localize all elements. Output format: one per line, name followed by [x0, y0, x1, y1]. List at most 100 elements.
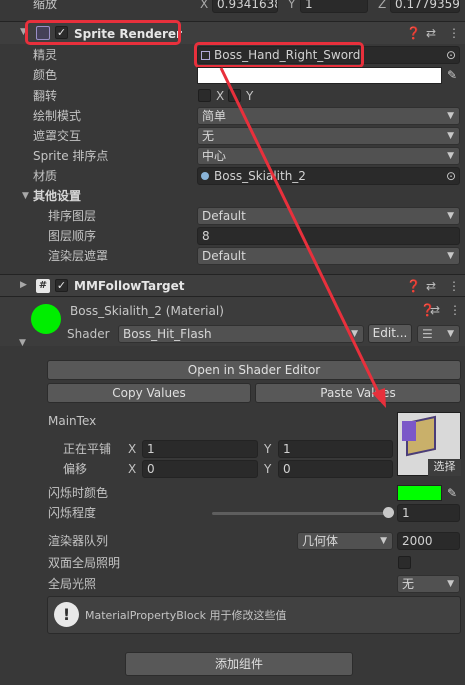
chevron-down-icon: ▼: [447, 211, 454, 221]
rendering-layer-dropdown[interactable]: Default ▼: [197, 247, 460, 265]
eyedropper-icon[interactable]: ✎: [447, 67, 457, 83]
flip-y-label: Y: [246, 89, 254, 103]
flip-label: 翻转: [33, 89, 58, 103]
fold-arrow-icon[interactable]: ▼: [19, 338, 26, 348]
target-icon[interactable]: ⊙: [446, 168, 456, 184]
scale-z-field[interactable]: 0.1779359: [390, 0, 460, 13]
sorting-layer-dropdown[interactable]: Default ▼: [197, 207, 460, 225]
paste-values-button[interactable]: Paste Values: [255, 383, 461, 403]
material-name: Boss_Skialith_2 (Material): [70, 304, 224, 318]
offset-y-field[interactable]: 0: [278, 460, 393, 478]
double-sided-gi-label: 双面全局照明: [48, 556, 121, 570]
shader-dropdown[interactable]: Boss_Hit_Flash ▼: [118, 325, 364, 343]
copy-values-button[interactable]: Copy Values: [47, 383, 251, 403]
tiling-y-label: Y: [264, 442, 272, 456]
shader-options-dropdown[interactable]: ☰ ▼: [417, 325, 460, 343]
render-queue-dropdown[interactable]: 几何体 ▼: [297, 532, 393, 550]
texture-select-button[interactable]: 选择: [428, 459, 461, 476]
draw-mode-label: 绘制模式: [33, 109, 82, 123]
material-header: Boss_Skialith_2 (Material) ❓ ⇄ ⋮ ▼ Shade…: [0, 296, 465, 348]
chevron-down-icon: ▼: [447, 111, 454, 121]
global-illumination-dropdown[interactable]: 无 ▼: [397, 575, 460, 593]
open-shader-editor-button[interactable]: Open in Shader Editor: [47, 360, 461, 380]
settings-icon[interactable]: ⇄: [430, 302, 440, 318]
follow-target-enabled-checkbox[interactable]: ✓: [55, 279, 68, 292]
flash-amount-field[interactable]: 1: [397, 504, 460, 522]
material-preview-swatch: [31, 304, 61, 334]
settings-icon[interactable]: ⇄: [426, 25, 436, 41]
main-tex-thumbnail[interactable]: 选择: [397, 412, 461, 476]
render-queue-label: 渲染器队列: [48, 534, 109, 548]
order-in-layer-label: 图层顺序: [48, 229, 97, 243]
color-label: 颜色: [33, 68, 58, 82]
follow-target-title: MMFollowTarget: [74, 279, 185, 293]
tiling-y-field[interactable]: 1: [278, 440, 393, 458]
flash-color-label: 闪烁时颜色: [48, 486, 109, 500]
render-queue-field[interactable]: 2000: [397, 532, 460, 550]
fold-arrow-icon[interactable]: ▼: [22, 191, 29, 201]
eyedropper-icon[interactable]: ✎: [447, 485, 457, 501]
flash-amount-slider-thumb[interactable]: [383, 507, 394, 518]
more-icon[interactable]: ⋮: [449, 302, 461, 318]
chevron-down-icon: ▼: [447, 579, 454, 589]
tiling-label: 正在平铺: [63, 442, 112, 456]
sort-point-label: Sprite 排序点: [33, 149, 109, 163]
flash-color-swatch[interactable]: [397, 485, 442, 501]
sort-point-dropdown[interactable]: 中心 ▼: [197, 147, 460, 165]
material-label: 材质: [33, 169, 58, 183]
sprite-label: 精灵: [33, 48, 58, 62]
offset-y-label: Y: [264, 462, 272, 476]
double-sided-gi-checkbox[interactable]: [398, 556, 411, 569]
scale-y-field[interactable]: 1: [300, 0, 368, 13]
flash-amount-slider-track[interactable]: [212, 512, 388, 515]
info-box: ! MaterialPropertyBlock 用于修改这些值: [47, 596, 461, 634]
mask-interaction-dropdown[interactable]: 无 ▼: [197, 127, 460, 145]
settings-icon[interactable]: ⇄: [426, 278, 436, 294]
scale-x-field[interactable]: 0.9341638: [212, 0, 278, 13]
chevron-down-icon: ▼: [447, 151, 454, 161]
script-icon: #: [36, 279, 50, 293]
highlight-box-header: [25, 20, 181, 45]
scale-row: 缩放 X 0.9341638 Y 1 Z 0.1779359: [0, 0, 465, 14]
material-asset-icon: [201, 172, 209, 180]
offset-x-label: X: [128, 462, 137, 476]
chevron-down-icon: ▼: [351, 329, 358, 339]
more-icon[interactable]: ⋮: [448, 278, 460, 294]
scale-label: 缩放: [33, 0, 58, 11]
global-illumination-label: 全局光照: [48, 577, 97, 591]
chevron-down-icon: ▼: [380, 536, 387, 546]
info-text: MaterialPropertyBlock 用于修改这些值: [85, 609, 287, 622]
flip-x-checkbox[interactable]: [198, 89, 211, 102]
fold-right-icon[interactable]: ▶: [20, 280, 27, 290]
material-field[interactable]: Boss_Skialith_2 ⊙: [197, 167, 460, 185]
chevron-down-icon: ▼: [447, 131, 454, 141]
help-icon[interactable]: ❓: [406, 278, 421, 294]
scale-z-label: Z: [378, 0, 387, 11]
flip-x-label: X: [216, 89, 225, 103]
chevron-down-icon: ▼: [447, 251, 454, 261]
rendering-layer-label: 渲染层遮罩: [48, 249, 109, 263]
flip-y-checkbox[interactable]: [228, 89, 241, 102]
draw-mode-dropdown[interactable]: 简单 ▼: [197, 107, 460, 125]
highlight-box-sprite: [194, 42, 364, 68]
add-component-button[interactable]: 添加组件: [125, 652, 353, 676]
order-in-layer-field[interactable]: 8: [197, 227, 460, 245]
material-value: Boss_Skialith_2: [214, 169, 306, 183]
sorting-layer-label: 排序图层: [48, 209, 97, 223]
tiling-x-field[interactable]: 1: [142, 440, 258, 458]
sprite-color-swatch[interactable]: [197, 67, 442, 84]
offset-x-field[interactable]: 0: [142, 460, 258, 478]
offset-label: 偏移: [63, 462, 88, 476]
help-icon[interactable]: ❓: [406, 25, 421, 41]
other-settings-label[interactable]: 其他设置: [33, 188, 81, 204]
follow-target-header[interactable]: ▶ # ✓ MMFollowTarget ❓ ⇄ ⋮: [0, 274, 465, 296]
main-tex-label: MainTex: [48, 414, 97, 428]
target-icon[interactable]: ⊙: [446, 47, 456, 63]
scale-x-label: X: [200, 0, 209, 11]
flash-amount-label: 闪烁程度: [48, 506, 97, 520]
more-icon[interactable]: ⋮: [448, 25, 460, 41]
shader-label: Shader: [67, 327, 110, 341]
tiling-x-label: X: [128, 442, 137, 456]
shader-edit-button[interactable]: Edit...: [368, 324, 412, 343]
warning-icon: !: [54, 602, 79, 627]
